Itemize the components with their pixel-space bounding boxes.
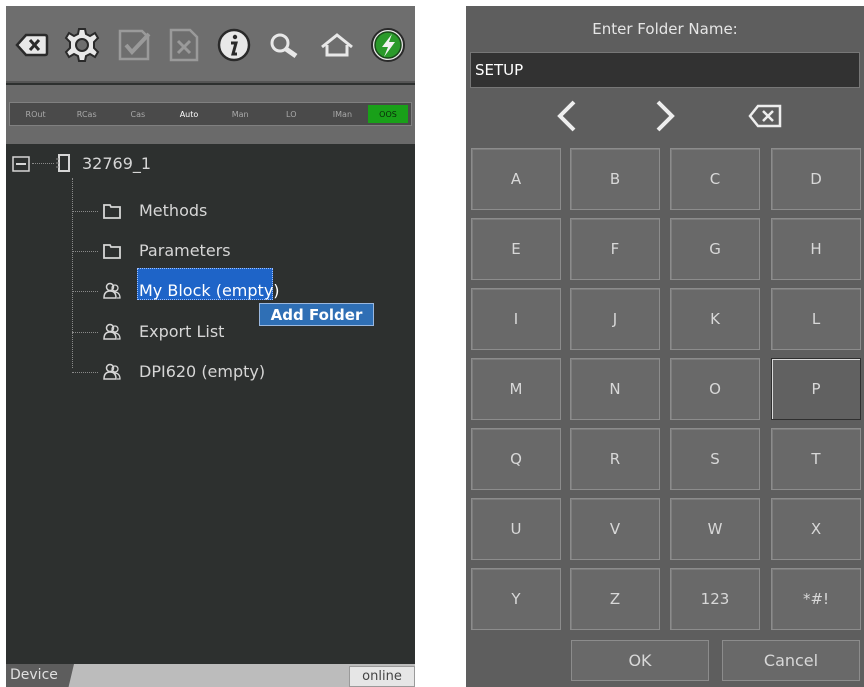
tree-item-methods[interactable]: Methods	[139, 201, 207, 220]
mode-lo[interactable]: LO	[266, 103, 317, 125]
keyboard-dialog: Enter Folder Name: SETUP ABCDEFGHIJKLMNO…	[466, 6, 864, 687]
users-icon	[102, 322, 122, 342]
backspace-icon[interactable]	[14, 27, 50, 63]
key-k[interactable]: K	[670, 288, 760, 350]
key-w[interactable]: W	[670, 498, 760, 560]
device-tab[interactable]: Device	[6, 664, 74, 687]
mode-rout[interactable]: ROut	[10, 103, 61, 125]
key-v[interactable]: V	[570, 498, 660, 560]
device-panel: ROut RCas Cas Auto Man LO IMan OOS 32769…	[6, 6, 415, 687]
key-q[interactable]: Q	[471, 428, 561, 490]
cancel-button[interactable]: Cancel	[722, 640, 860, 681]
key-j[interactable]: J	[570, 288, 660, 350]
mode-bar: ROut RCas Cas Auto Man LO IMan OOS	[9, 102, 412, 126]
mode-iman[interactable]: IMan	[317, 103, 368, 125]
cursor-right-icon[interactable]	[644, 98, 684, 134]
key-f[interactable]: F	[570, 218, 660, 280]
key-p[interactable]: P	[771, 358, 861, 420]
key-g[interactable]: G	[670, 218, 760, 280]
device-icon	[54, 153, 74, 173]
toolbar	[6, 6, 415, 83]
key-c[interactable]: C	[670, 148, 760, 210]
tree-connector	[72, 178, 73, 368]
key-a[interactable]: A	[471, 148, 561, 210]
add-folder-menu-item[interactable]: Add Folder	[259, 303, 374, 326]
cursor-left-icon[interactable]	[548, 98, 588, 134]
tree-connector	[72, 211, 98, 212]
collapse-icon[interactable]	[12, 154, 32, 174]
key-n[interactable]: N	[570, 358, 660, 420]
users-icon	[102, 362, 122, 382]
key-o[interactable]: O	[670, 358, 760, 420]
device-tree: 32769_1 Methods Parameters My Block (emp…	[6, 144, 415, 664]
backspace-key-icon[interactable]	[746, 98, 786, 134]
mode-auto[interactable]: Auto	[163, 103, 214, 125]
tree-connector	[32, 163, 54, 164]
key-123[interactable]: 123	[670, 568, 760, 630]
search-icon[interactable]	[266, 27, 302, 63]
key-symbols[interactable]: *#!	[771, 568, 861, 630]
power-icon[interactable]	[370, 27, 406, 63]
tree-item-export-list[interactable]: Export List	[139, 322, 224, 341]
key-z[interactable]: Z	[570, 568, 660, 630]
info-icon[interactable]	[216, 27, 252, 63]
key-b[interactable]: B	[570, 148, 660, 210]
key-u[interactable]: U	[471, 498, 561, 560]
tree-root-label[interactable]: 32769_1	[82, 154, 151, 173]
users-icon	[102, 281, 122, 301]
home-icon[interactable]	[319, 27, 355, 63]
mode-strip: ROut RCas Cas Auto Man LO IMan OOS	[6, 85, 415, 144]
key-l[interactable]: L	[771, 288, 861, 350]
mode-oos[interactable]: OOS	[367, 105, 408, 123]
key-e[interactable]: E	[471, 218, 561, 280]
mode-rcas[interactable]: RCas	[61, 103, 112, 125]
key-y[interactable]: Y	[471, 568, 561, 630]
status-bar: Device online	[6, 664, 415, 687]
folder-icon	[102, 241, 122, 261]
key-t[interactable]: T	[771, 428, 861, 490]
gear-icon[interactable]	[64, 27, 100, 63]
tree-connector	[72, 332, 98, 333]
folder-icon	[102, 201, 122, 221]
mode-cas[interactable]: Cas	[112, 103, 163, 125]
key-h[interactable]: H	[771, 218, 861, 280]
dialog-prompt: Enter Folder Name:	[592, 20, 738, 38]
key-i[interactable]: I	[471, 288, 561, 350]
mode-man[interactable]: Man	[215, 103, 266, 125]
tree-connector	[72, 372, 98, 373]
tree-connector	[72, 291, 98, 292]
cancel-doc-icon	[166, 27, 202, 63]
ok-button[interactable]: OK	[571, 640, 709, 681]
tree-item-my-block[interactable]: My Block (empty)	[139, 281, 280, 300]
key-x[interactable]: X	[771, 498, 861, 560]
key-m[interactable]: M	[471, 358, 561, 420]
key-r[interactable]: R	[570, 428, 660, 490]
tree-item-parameters[interactable]: Parameters	[139, 241, 231, 260]
checklist-icon	[116, 27, 152, 63]
tree-connector	[72, 251, 98, 252]
connection-status: online	[349, 666, 415, 687]
key-d[interactable]: D	[771, 148, 861, 210]
tree-item-dpi620[interactable]: DPI620 (empty)	[139, 362, 265, 381]
folder-name-input[interactable]: SETUP	[470, 52, 860, 88]
key-s[interactable]: S	[670, 428, 760, 490]
